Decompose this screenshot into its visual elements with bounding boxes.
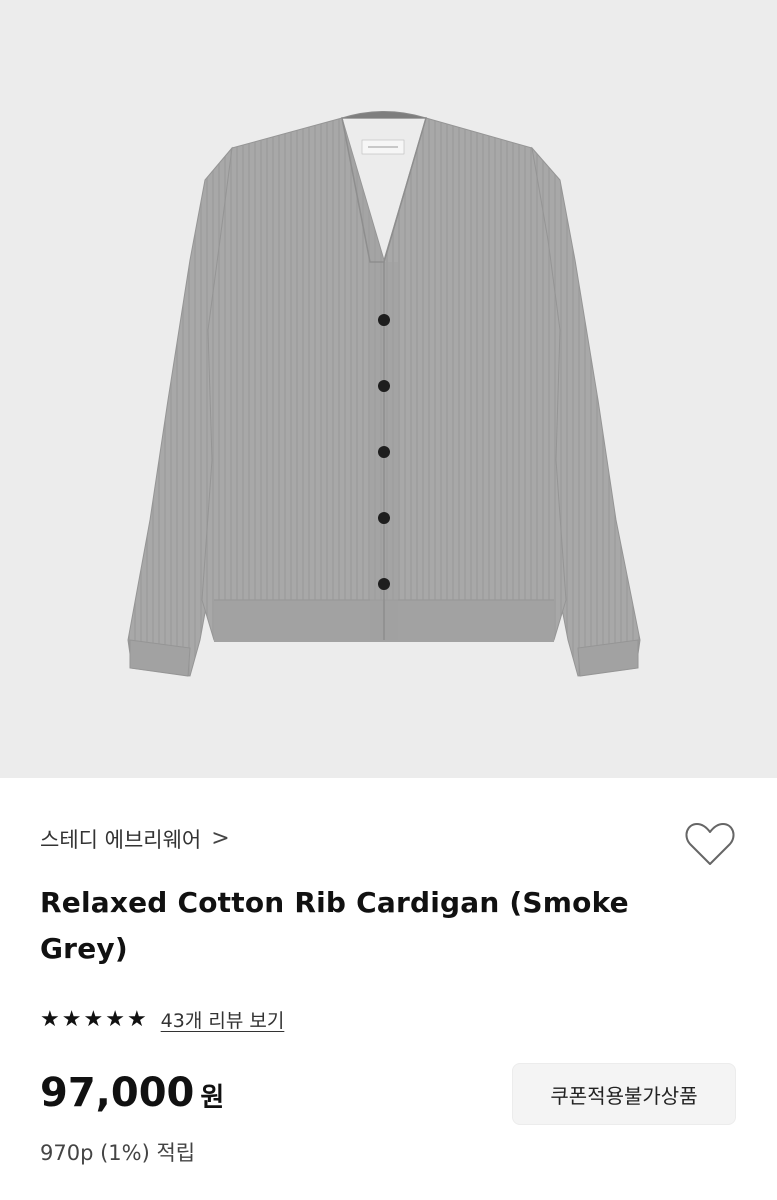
price-row: 97,000 원: [40, 1070, 224, 1116]
price-currency: 원: [200, 1083, 225, 1113]
brand-link[interactable]: 스테디 에브리웨어 >: [40, 824, 230, 854]
star-icon: ★: [61, 1006, 82, 1032]
cardigan-illustration: [127, 111, 641, 677]
reward-points: 970p (1%) 적립: [40, 1141, 196, 1165]
star-icon: ★: [105, 1006, 125, 1032]
chevron-right-icon: >: [211, 826, 230, 851]
rating-row: ★ ★ ★ ★ ★ 43개 리뷰 보기: [40, 1006, 284, 1033]
star-rating: ★ ★ ★ ★ ★: [40, 1006, 147, 1032]
star-icon: ★: [40, 1006, 60, 1032]
review-link[interactable]: 43개 리뷰 보기: [161, 1006, 285, 1033]
star-icon: ★: [83, 1006, 104, 1032]
star-icon: ★: [126, 1006, 147, 1032]
brand-name: 스테디 에브리웨어: [40, 828, 202, 852]
price-amount: 97,000: [40, 1070, 195, 1116]
heart-outline-icon: [685, 823, 735, 865]
product-title: Relaxed Cotton Rib Cardigan (Smoke Grey): [40, 886, 629, 965]
wishlist-button[interactable]: [684, 820, 736, 868]
coupon-button[interactable]: 쿠폰적용불가상품: [512, 1063, 736, 1125]
product-detail-page: 스테디 에브리웨어 > Relaxed Cotton Rib Cardigan …: [0, 0, 777, 1200]
product-image[interactable]: [0, 0, 777, 778]
